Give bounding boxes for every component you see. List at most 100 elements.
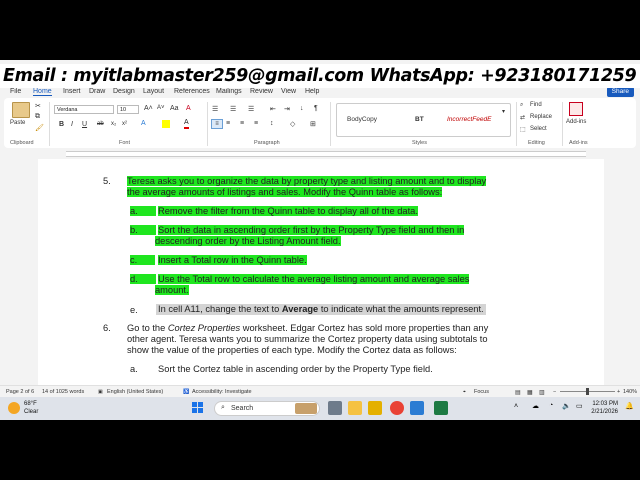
borders-icon[interactable]: ⊞ [310,120,316,128]
line-spacing-icon[interactable]: ↕ [270,120,274,127]
tab-design[interactable]: Design [113,88,135,95]
styles-scroll-icon[interactable]: ▾ [502,108,505,115]
chrome-icon[interactable] [390,401,404,415]
item-6-line-1-italic: Cortez Properties [167,323,241,333]
style-bodycopy[interactable]: BodyCopy [347,116,377,123]
format-painter-icon[interactable]: 🖌 [35,124,44,132]
multilevel-list-icon[interactable]: ☰ [248,105,254,113]
tab-file[interactable]: File [10,88,21,95]
taskbar-search[interactable]: ⌕ Search [214,401,320,416]
align-right-icon[interactable]: ≡ [240,120,244,127]
addins-button[interactable]: Add-ins [566,119,586,125]
clock-date: 2/21/2026 [591,409,618,415]
notifications-icon[interactable]: 🔔 [625,402,634,410]
word-taskbar-icon[interactable] [410,401,424,415]
status-bar: Page 2 of 6 14 of 1025 words ▣ English (… [0,385,640,397]
decrease-indent-icon[interactable]: ⇤ [270,105,276,113]
system-clock[interactable]: 12:03 PM 2/21/2026 [591,400,618,416]
addins-icon[interactable] [569,102,583,116]
find-button[interactable]: Find [530,102,542,108]
clear-formatting-icon[interactable]: A [186,105,191,112]
find-icon[interactable]: ⌕ [520,102,523,109]
styles-group-label: Styles [412,140,427,146]
focus-icon[interactable]: ⌖ [463,389,466,395]
share-button[interactable]: Share [606,87,634,97]
zoom-out-icon[interactable]: − [553,389,556,395]
task-view-icon[interactable] [328,401,342,415]
numbering-icon[interactable]: ☰ [230,105,236,113]
clipboard-group-label: Clipboard [10,140,34,146]
word-count[interactable]: 14 of 1025 words [42,389,84,395]
sort-icon[interactable]: ↓ [300,105,304,112]
font-name-box[interactable]: Verdana [54,105,114,114]
weather-icon[interactable] [8,402,20,414]
tab-draw[interactable]: Draw [89,88,105,95]
tab-help[interactable]: Help [305,88,319,95]
print-layout-icon[interactable]: ▦ [527,389,533,396]
bold-icon[interactable]: B [59,121,64,128]
show-marks-icon[interactable]: ¶ [314,105,318,112]
italic-icon[interactable]: I [71,121,73,128]
tab-mailings[interactable]: Mailings [216,88,242,95]
tab-home[interactable]: Home [33,88,52,96]
highlight-icon[interactable] [162,120,170,128]
tab-references[interactable]: References [174,88,210,95]
font-color-icon[interactable]: A [184,119,189,129]
zoom-in-icon[interactable]: + [617,389,620,395]
paste-button[interactable]: Paste [10,120,25,126]
strikethrough-icon[interactable]: ab [97,121,104,127]
proofing-icon[interactable]: ▣ [98,389,103,395]
web-layout-icon[interactable]: ▥ [539,389,545,396]
cut-icon[interactable]: ✂ [35,102,41,110]
shrink-font-icon[interactable]: A˅ [157,105,165,111]
accessibility-icon[interactable]: ♿ [183,389,189,395]
focus-button[interactable]: Focus [474,389,489,395]
norton-icon[interactable] [368,401,382,415]
increase-indent-icon[interactable]: ⇥ [284,105,290,113]
tab-layout[interactable]: Layout [143,88,164,95]
change-case-icon[interactable]: Aa [170,105,179,112]
zoom-level[interactable]: 140% [623,389,637,395]
read-mode-icon[interactable]: ▤ [515,389,521,396]
file-explorer-icon[interactable] [348,401,362,415]
zoom-thumb[interactable] [586,388,589,395]
shading-icon[interactable]: ◇ [290,120,295,128]
superscript-icon[interactable]: x² [122,121,127,127]
copy-icon[interactable]: ⧉ [35,113,40,121]
grow-font-icon[interactable]: A˄ [144,105,153,112]
bullets-icon[interactable]: ☰ [212,105,218,113]
justify-icon[interactable]: ≡ [254,120,258,127]
paste-icon[interactable] [12,102,30,118]
tab-insert[interactable]: Insert [63,88,81,95]
volume-icon[interactable]: 🔈 [562,402,571,410]
text-effects-icon[interactable]: A [141,120,146,127]
battery-icon[interactable]: ▭ [576,402,583,410]
tray-chevron-icon[interactable]: ˄ [514,403,518,410]
divider [330,102,331,146]
replace-icon[interactable]: ⇄ [520,114,525,121]
accessibility-status[interactable]: Accessibility: Investigate [192,389,252,395]
page-count[interactable]: Page 2 of 6 [6,389,34,395]
horizontal-ruler[interactable] [0,149,640,159]
font-size-box[interactable]: 10 [117,105,139,114]
onedrive-icon[interactable]: ☁ [532,402,539,410]
subscript-icon[interactable]: x₂ [111,121,116,127]
style-bt[interactable]: BT [415,116,424,123]
weather-widget[interactable]: 68°F Clear [24,400,38,416]
tab-view[interactable]: View [281,88,296,95]
start-icon[interactable] [192,402,204,414]
tab-review[interactable]: Review [250,88,273,95]
select-icon[interactable]: ⬚ [520,126,526,133]
underline-icon[interactable]: U [82,121,87,128]
language[interactable]: English (United States) [107,389,163,395]
search-icon: ⌕ [221,404,225,411]
document-page[interactable]: 5. Teresa asks you to organize the data … [38,159,604,385]
banner-text: Email : myitlabmaster259@gmail.com Whats… [3,66,637,86]
select-button[interactable]: Select [530,126,547,132]
replace-button[interactable]: Replace [530,114,552,120]
wifi-icon[interactable]: ◔ [549,402,553,409]
align-left-icon[interactable]: ≡ [211,119,223,129]
style-incorrectfeedback[interactable]: IncorrectFeedE [447,116,491,123]
excel-taskbar-icon[interactable] [434,401,448,415]
align-center-icon[interactable]: ≡ [226,120,230,127]
